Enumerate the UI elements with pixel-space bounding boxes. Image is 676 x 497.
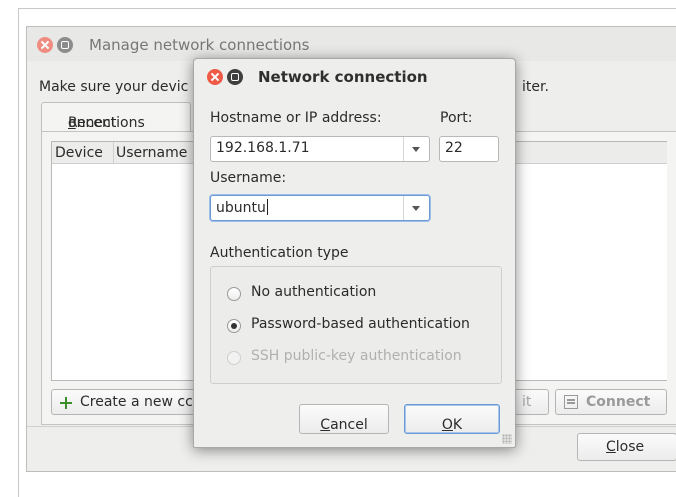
hostname-label: Hostname or IP address: [210, 110, 382, 126]
radio-no-auth[interactable] [227, 287, 241, 301]
instruction-text-end: iter. [522, 79, 549, 95]
close-button[interactable]: Close [577, 433, 676, 461]
connect-button[interactable]: Connect [555, 389, 667, 415]
username-label: Username: [210, 170, 287, 186]
port-label: Port: [440, 110, 473, 126]
text-cursor [266, 199, 268, 215]
network-connection-dialog: Network connection Hostname or IP addres… [193, 58, 516, 448]
maximize-icon[interactable] [57, 37, 73, 53]
hostname-dropdown-button[interactable] [403, 137, 429, 161]
hostname-combobox[interactable]: 192.168.1.71 [210, 136, 430, 162]
close-icon[interactable] [207, 69, 223, 85]
plus-icon [60, 397, 72, 409]
connect-icon [564, 395, 578, 409]
connect-label: Connect [586, 394, 651, 410]
create-connection-label: Create a new cc [80, 394, 193, 410]
port-value: 22 [445, 140, 463, 156]
column-username[interactable]: Username [116, 145, 187, 161]
close-label: Close [606, 439, 645, 455]
tab-recent-connections[interactable]: Recent c onnections [41, 102, 191, 132]
column-device[interactable]: Device [55, 145, 103, 161]
resize-grip-icon[interactable] [502, 434, 512, 444]
instruction-text: Make sure your devic [39, 79, 189, 95]
radio-no-auth-label[interactable]: No authentication [251, 284, 376, 300]
username-combobox[interactable]: ubuntu [210, 195, 430, 221]
radio-password-auth-label[interactable]: Password-based authentication [251, 316, 470, 332]
titlebar: Manage network connections [27, 27, 676, 61]
radio-password-auth[interactable] [227, 319, 241, 333]
close-icon[interactable] [37, 37, 53, 53]
ok-label: OK [441, 417, 463, 433]
column-separator [113, 142, 114, 164]
username-dropdown-button[interactable] [403, 196, 429, 220]
cancel-label: Cancel [320, 417, 368, 433]
auth-type-label: Authentication type [210, 245, 349, 261]
chevron-down-icon [412, 206, 420, 211]
radio-ssh-key-auth [227, 351, 241, 365]
port-field[interactable]: 22 [439, 136, 499, 162]
hostname-value: 192.168.1.71 [216, 140, 310, 156]
dialog-title: Network connection [258, 68, 428, 86]
cancel-button[interactable]: Cancel [299, 404, 389, 434]
window-title: Manage network connections [89, 36, 310, 54]
chevron-down-icon [412, 147, 420, 152]
ok-button[interactable]: OK [404, 404, 500, 434]
edit-label: it [522, 394, 532, 410]
radio-ssh-key-auth-label: SSH public-key authentication [251, 348, 462, 364]
auth-type-group: No authentication Password-based authent… [210, 266, 502, 384]
maximize-icon[interactable] [227, 69, 243, 85]
username-value: ubuntu [216, 199, 268, 216]
